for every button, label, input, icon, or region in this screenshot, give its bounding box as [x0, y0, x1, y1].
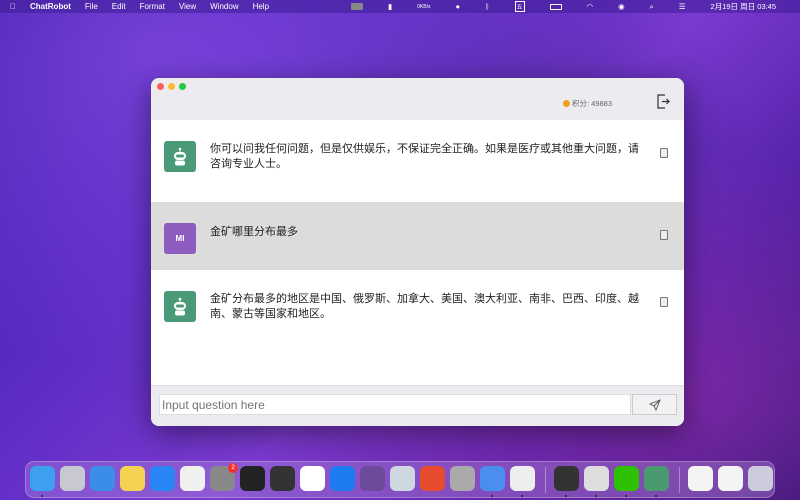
copy-icon[interactable] [660, 148, 668, 158]
logout-icon[interactable] [656, 94, 670, 109]
dock-app-store-icon[interactable] [150, 466, 175, 491]
dock-textedit-icon[interactable] [180, 466, 205, 491]
control-center-icon[interactable]: ☰ [679, 2, 686, 11]
minimize-button[interactable] [168, 83, 175, 90]
apple-icon[interactable]:  [10, 2, 16, 11]
send-button[interactable] [632, 394, 677, 415]
menu-window[interactable]: Window [210, 2, 238, 11]
copy-icon[interactable] [660, 230, 668, 240]
robot-icon [174, 297, 186, 315]
menu-edit[interactable]: Edit [112, 2, 126, 11]
message-text: 你可以问我任何问题，但是仅供娱乐，不保证完全正确。如果是医疗或其他重大问题，请咨… [210, 143, 639, 170]
input-bar [151, 385, 684, 426]
robot-icon [174, 147, 186, 165]
notification-badge: 2 [228, 463, 238, 473]
menu-format[interactable]: Format [140, 2, 165, 11]
question-input[interactable] [159, 394, 631, 415]
dock-database-icon[interactable] [450, 466, 475, 491]
message-row: MI 金矿哪里分布最多 [151, 202, 684, 270]
close-button[interactable] [157, 83, 164, 90]
search-icon[interactable]: ⌕ [650, 2, 654, 12]
dock-wps-icon[interactable] [420, 466, 445, 491]
menu-file[interactable]: File [85, 2, 98, 11]
message-text: 金矿哪里分布最多 [210, 226, 298, 238]
zoom-button[interactable] [179, 83, 186, 90]
input-method-icon[interactable]: 五 [514, 1, 525, 12]
score-display: 积分: 49883 [562, 98, 612, 109]
menu-bar:  ChatRobot File Edit Format View Window… [0, 0, 800, 13]
running-indicator [655, 495, 657, 497]
running-indicator [491, 495, 493, 497]
bot-avatar [164, 291, 196, 322]
dock-wechat-devtools-icon[interactable] [584, 466, 609, 491]
running-indicator [521, 495, 523, 497]
menu-view[interactable]: View [179, 2, 196, 11]
dock-recent-window-1-icon[interactable] [688, 466, 713, 491]
hd-icon[interactable] [350, 3, 363, 10]
dock-finder-icon[interactable] [30, 466, 55, 491]
dock-trash-icon[interactable] [748, 466, 773, 491]
running-indicator [595, 495, 597, 497]
dock-terminal-icon[interactable] [240, 466, 265, 491]
user-icon[interactable]: ◉ [618, 2, 625, 11]
bot-avatar [164, 141, 196, 172]
dock-recent-window-2-icon[interactable] [718, 466, 743, 491]
user-avatar: MI [164, 223, 196, 254]
dock-blender-icon[interactable] [360, 466, 385, 491]
copy-icon[interactable] [660, 297, 668, 307]
wifi-icon[interactable]: ◠ [587, 2, 594, 11]
message-row: 金矿分布最多的地区是中国、俄罗斯、加拿大、美国、澳大利亚、南非、巴西、印度、越南… [151, 270, 684, 385]
network-speed[interactable]: 0KB/s [417, 4, 430, 10]
dock-separator [545, 467, 546, 493]
bluetooth-icon[interactable]: ᛒ [485, 2, 490, 11]
dock-preview-icon[interactable] [390, 466, 415, 491]
message-text: 金矿分布最多的地区是中国、俄罗斯、加拿大、美国、澳大利亚、南非、巴西、印度、越南… [210, 293, 639, 320]
dock-wechat-icon[interactable] [614, 466, 639, 491]
paper-plane-icon [648, 398, 661, 411]
dock: 2 [25, 461, 775, 498]
coin-icon [562, 100, 570, 107]
running-indicator [565, 495, 567, 497]
dock-chrome-icon[interactable] [510, 466, 535, 491]
menu-app-name[interactable]: ChatRobot [30, 2, 71, 11]
menu-help[interactable]: Help [253, 2, 269, 11]
bag-icon[interactable]: ▮ [388, 2, 392, 11]
dock-baidu-netdisk-icon[interactable] [300, 466, 325, 491]
chatrobot-window: 积分: 49883 你可以问我任何问题，但是仅供娱乐，不保证完全正确。如果是医疗… [151, 78, 684, 426]
dock-chatrobot-icon[interactable] [644, 466, 669, 491]
score-label: 积分: 49883 [571, 99, 612, 108]
dock-notes-icon[interactable] [120, 466, 145, 491]
dock-safari-icon[interactable] [90, 466, 115, 491]
running-indicator [625, 495, 627, 497]
dock-system-settings-icon[interactable]: 2 [210, 463, 238, 491]
message-row: 你可以问我任何问题，但是仅供娱乐，不保证完全正确。如果是医疗或其他重大问题，请咨… [151, 120, 684, 202]
clock[interactable]: 2月19日 周日 03:45 [711, 1, 776, 12]
dock-xcode-icon[interactable] [480, 466, 505, 491]
battery-icon[interactable] [549, 3, 562, 10]
title-bar: 积分: 49883 [151, 78, 684, 120]
dock-keychain-icon[interactable] [554, 466, 579, 491]
dock-console-icon[interactable] [270, 466, 295, 491]
dock-launchpad-icon[interactable] [60, 466, 85, 491]
wechat-icon[interactable]: ● [455, 2, 460, 11]
dock-lark-icon[interactable] [330, 466, 355, 491]
running-indicator [41, 495, 43, 497]
dock-separator [679, 467, 680, 493]
